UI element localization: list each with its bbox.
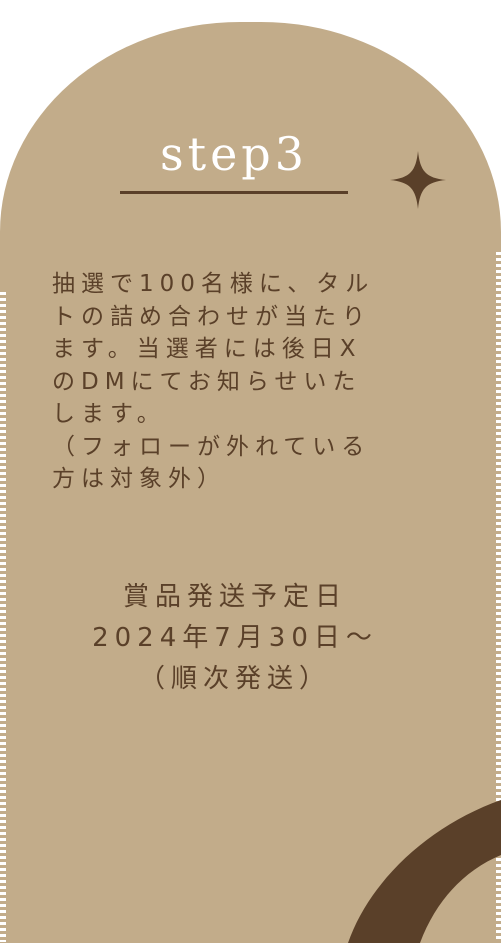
schedule-heading: 賞品発送予定日 — [122, 582, 347, 612]
campaign-description: 抽選で100名様に、タル トの詰め合わせが当たり ます。当選者には後日X のDM… — [52, 268, 412, 496]
step-title: step3 — [159, 127, 309, 181]
description-line: 方は対象外） — [52, 466, 226, 492]
schedule-date: 2024年7月30日～ — [92, 623, 378, 653]
description-line: のDMにてお知らせいた — [52, 368, 362, 395]
right-perforation — [496, 252, 501, 942]
description-line: ます。当選者には後日X — [52, 336, 362, 362]
shipping-schedule: 賞品発送予定日 2024年7月30日～ （順次発送） — [0, 577, 470, 700]
description-line: します。 — [52, 401, 166, 427]
title-underline — [120, 191, 348, 194]
schedule-note: （順次発送） — [138, 664, 331, 694]
description-line: トの詰め合わせが当たり — [52, 303, 371, 330]
sparkle-icon — [390, 151, 446, 209]
description-line: （フォローが外れている — [52, 433, 371, 460]
description-line: 抽選で100名様に、タル — [52, 271, 375, 297]
